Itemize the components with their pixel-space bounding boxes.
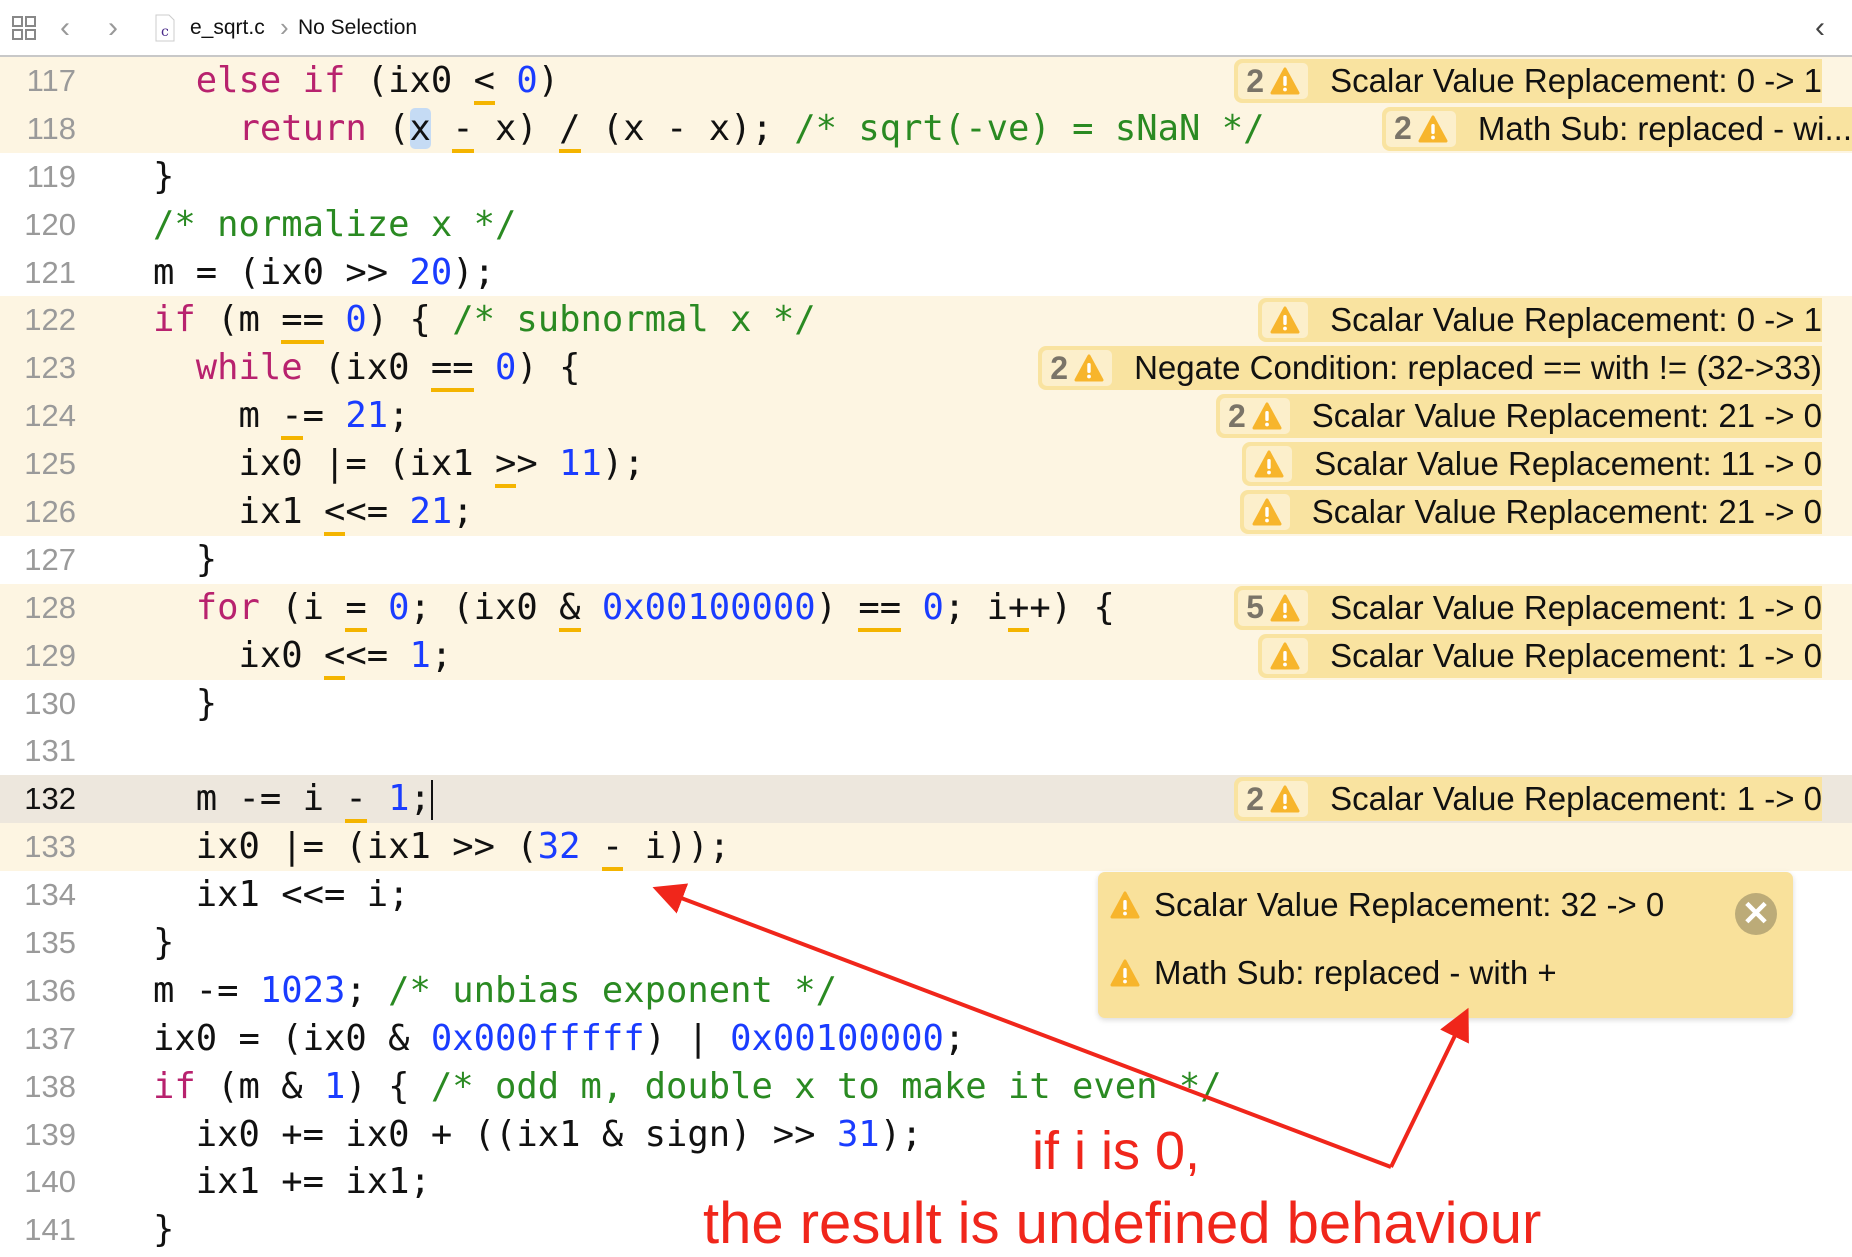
annotation-text-line2: the result is undefined behaviour (703, 1191, 1542, 1256)
arrow-to-popup (1389, 1007, 1469, 1168)
red-arrows (652, 883, 1469, 1169)
arrow-to-line-133 (652, 883, 1392, 1169)
annotation-text-line1: if i is 0, (1032, 1121, 1201, 1181)
